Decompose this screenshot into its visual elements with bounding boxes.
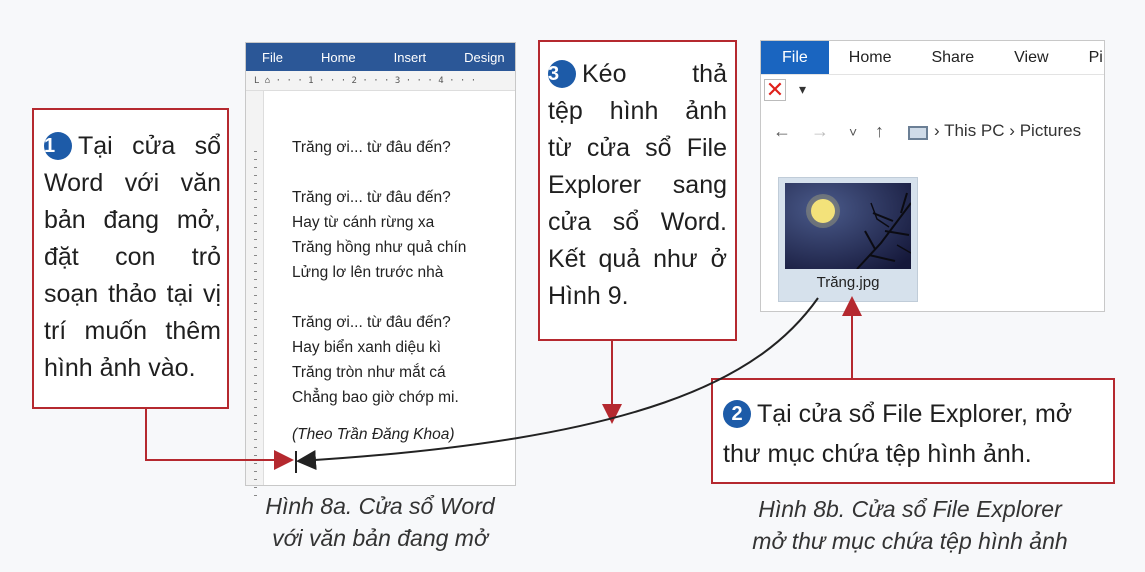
step-1-arrow	[145, 409, 294, 470]
connector-arrows	[145, 296, 862, 470]
drag-arrow	[296, 297, 819, 470]
